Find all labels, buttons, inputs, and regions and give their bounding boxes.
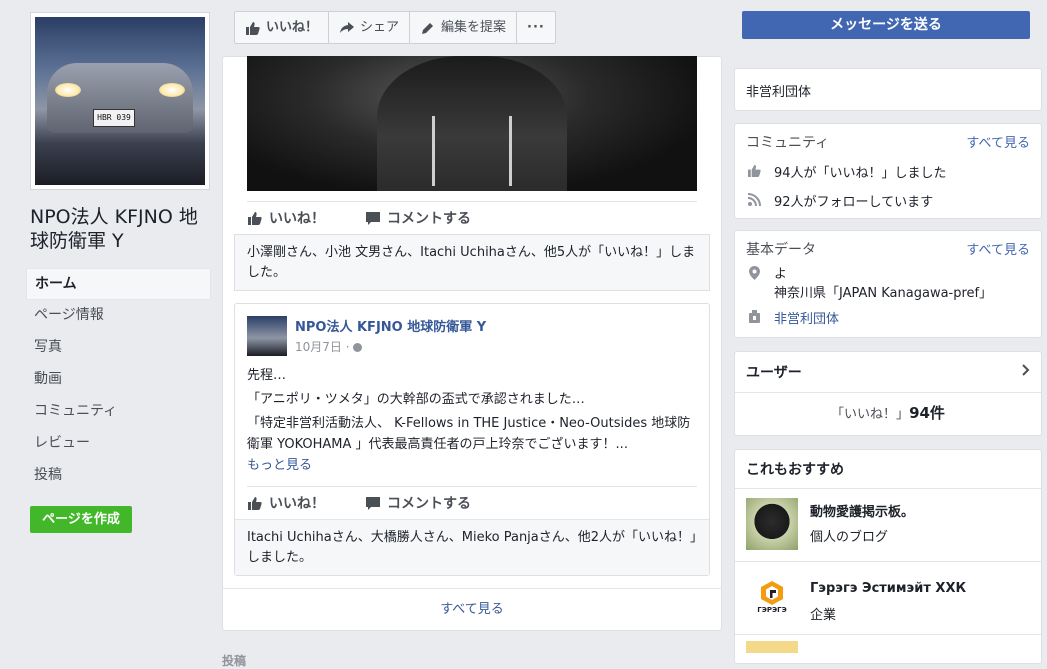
page-title: NPO法人 KFJNO 地球防衛軍 Y xyxy=(30,206,198,252)
post2-like-button[interactable]: いいね！ xyxy=(247,493,325,513)
post1-like-button[interactable]: いいね！ xyxy=(247,208,325,228)
post-timestamp[interactable]: 10月7日 · xyxy=(295,338,363,355)
license-plate: HBR 039 xyxy=(93,109,135,127)
suggestion-name: 動物愛護掲示板。 xyxy=(810,505,915,520)
comment-icon xyxy=(365,495,381,511)
basic-info-card: 基本データ すべて見る よ 神奈川県「JAPAN Kanagawa-pref」 … xyxy=(734,230,1042,338)
share-arrow-icon xyxy=(339,20,355,36)
nav-item-about[interactable]: ページ情報 xyxy=(26,300,211,332)
basic-info-title: 基本データ xyxy=(746,242,816,258)
gerege-logo: ГЭРЭГЭ xyxy=(746,571,798,623)
nav-item-home[interactable]: ホーム xyxy=(26,268,211,300)
share-button[interactable]: シェア xyxy=(329,12,411,43)
car-photo: HBR 039 xyxy=(35,17,205,185)
post-author-avatar[interactable] xyxy=(247,316,287,356)
nav-item-videos[interactable]: 動画 xyxy=(26,364,211,396)
see-all-posts-link[interactable]: すべて見る xyxy=(222,598,722,617)
post1-comment-button[interactable]: コメントする xyxy=(365,208,471,228)
post1-likes-summary[interactable]: 小澤剛さん、小池 文男さん、Itachi Uchihaさん、他5人が「いいね！」… xyxy=(234,234,710,291)
users-card: ユーザー 「いいね！」94件 xyxy=(734,351,1042,436)
pencil-icon xyxy=(420,20,436,36)
like-page-button[interactable]: いいね！ xyxy=(235,12,330,43)
nav-item-community[interactable]: コミュニティ xyxy=(26,396,211,428)
create-page-button[interactable]: ページを作成 xyxy=(30,506,132,533)
thumbs-up-icon xyxy=(746,162,762,178)
page-action-bar: いいね！ シェア 編集を提案 ··· xyxy=(234,11,556,44)
rss-icon xyxy=(746,191,762,207)
post-author-name[interactable]: NPO法人 KFJNO 地球防衛軍 Y xyxy=(295,316,486,335)
suggest-edit-button[interactable]: 編集を提案 xyxy=(410,12,518,43)
post1-actions: いいね！ コメントする xyxy=(247,201,697,233)
location-line-1: よ xyxy=(774,267,788,282)
profile-picture[interactable]: HBR 039 xyxy=(30,12,210,190)
users-title: ユーザー xyxy=(746,365,802,381)
thumbs-up-icon xyxy=(245,20,261,36)
users-likes-count: 94件 xyxy=(909,404,945,422)
post2-likes-summary[interactable]: Itachi Uchihaさん、大橋勝人さん、Mieko Panjaさん、他2人… xyxy=(235,519,709,575)
post2-comment-button[interactable]: コメントする xyxy=(365,493,471,513)
suggestions-title: これもおすすめ xyxy=(735,450,1041,489)
post-text: 先程… 「アニポリ・ツメタ」の大幹部の盃式で承認されました… 「特定非営利活動法… xyxy=(247,368,691,473)
chevron-right-icon xyxy=(1022,364,1030,380)
nav-item-posts[interactable]: 投稿 xyxy=(26,460,211,492)
basic-info-see-all-link[interactable]: すべて見る xyxy=(966,239,1030,259)
category-card: 非営利団体 xyxy=(734,68,1042,111)
location-line-2: 神奈川県「JAPAN Kanagawa-pref」 xyxy=(774,286,993,301)
nav-item-photos[interactable]: 写真 xyxy=(26,332,211,364)
divider xyxy=(222,588,722,589)
location-pin-icon xyxy=(746,265,762,281)
suggestion-item-partial[interactable] xyxy=(735,635,1041,659)
users-header[interactable]: ユーザー xyxy=(735,352,1041,393)
post-image[interactable] xyxy=(247,56,697,191)
community-title: コミュニティ xyxy=(746,135,830,151)
basic-info-category-link[interactable]: 非営利団体 xyxy=(774,308,839,327)
thumbs-up-icon xyxy=(247,210,263,226)
send-message-button[interactable]: メッセージを送る xyxy=(742,11,1030,39)
left-nav: ホーム ページ情報 写真 動画 コミュニティ レビュー 投稿 xyxy=(26,268,211,492)
page-category: 非営利団体 xyxy=(746,85,812,100)
community-see-all-link[interactable]: すべて見る xyxy=(966,132,1030,152)
cat-photo-thumbnail xyxy=(746,498,798,550)
more-options-button[interactable]: ··· xyxy=(517,12,555,43)
category-icon xyxy=(746,308,762,324)
users-likes-label: 「いいね！」 xyxy=(831,407,910,422)
post2-actions: いいね！ コメントする xyxy=(247,486,697,518)
community-follows: 92人がフォローしています xyxy=(774,195,934,210)
comment-icon xyxy=(365,210,381,226)
suggestion-item[interactable]: ГЭРЭГЭ Гэрэгэ Эстимэйт ХХК 企業 xyxy=(735,562,1041,635)
thumbs-up-icon xyxy=(247,495,263,511)
suggestion-name: Гэрэгэ Эстимэйт ХХК xyxy=(810,581,967,596)
ellipsis-icon: ··· xyxy=(527,20,545,35)
see-more-link[interactable]: もっと見る xyxy=(247,458,312,473)
globe-icon xyxy=(353,343,363,352)
community-likes: 94人が「いいね！」しました xyxy=(774,166,947,181)
suggestion-type: 個人のブログ xyxy=(810,530,889,545)
community-card: コミュニティ すべて見る 94人が「いいね！」しました 92人がフォローしていま… xyxy=(734,123,1042,219)
suggestion-item[interactable]: 動物愛護掲示板。 個人のブログ xyxy=(735,489,1041,562)
suggestion-type: 企業 xyxy=(810,608,837,623)
nav-item-reviews[interactable]: レビュー xyxy=(26,428,211,460)
suggestions-card: これもおすすめ 動物愛護掲示板。 個人のブログ ГЭРЭГЭ Гэрэгэ Эс… xyxy=(734,449,1042,664)
